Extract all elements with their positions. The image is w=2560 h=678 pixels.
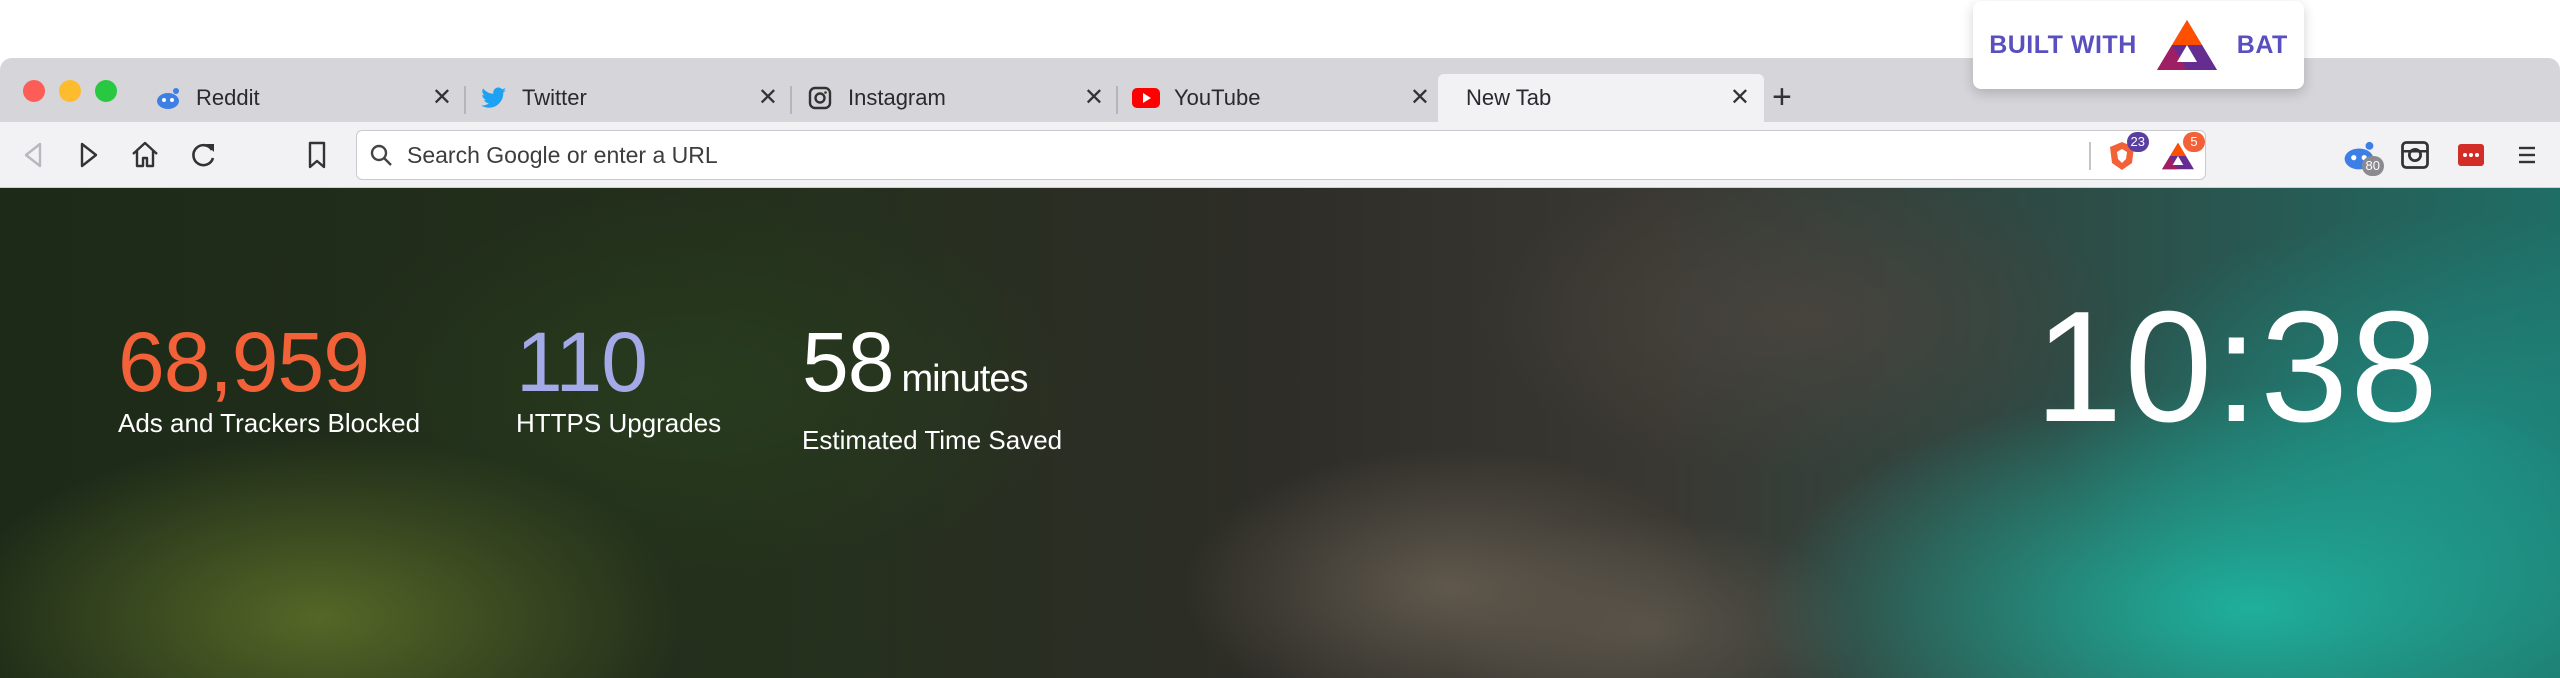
tab-label: Reddit	[196, 85, 260, 110]
tab-label: Twitter	[522, 85, 587, 110]
https-upgrades-label: HTTPS Upgrades	[516, 408, 722, 438]
tab-twitter[interactable]: Twitter ✕	[466, 74, 792, 122]
built-with-bat-badge: BUILT WITH BAT	[1973, 1, 2304, 89]
menu-icon[interactable]	[2512, 140, 2542, 170]
tab-reddit[interactable]: Reddit ✕	[140, 74, 466, 122]
brave-shields-icon[interactable]: 23	[2105, 132, 2149, 173]
tab-youtube[interactable]: YouTube ✕	[1118, 74, 1444, 122]
minimize-window-button[interactable]	[59, 80, 81, 102]
url-input[interactable]	[407, 139, 2007, 171]
tab-label: New Tab	[1466, 85, 1552, 110]
reddit-extension-icon[interactable]: 80	[2342, 138, 2384, 176]
time-saved-label: Estimated Time Saved	[802, 425, 1063, 455]
ads-blocked-value: 68,959	[118, 315, 370, 409]
new-tab-button[interactable]: +	[1772, 80, 1792, 114]
forward-icon[interactable]	[74, 140, 104, 170]
youtube-icon	[1132, 84, 1160, 112]
reddit-extension-count-badge: 80	[2361, 156, 2384, 176]
badge-text-left: BUILT WITH	[1989, 30, 2137, 59]
time-saved-value: 58	[802, 315, 894, 409]
back-icon[interactable]	[18, 140, 48, 170]
bat-rewards-count-badge: 5	[2183, 132, 2205, 152]
time-saved-stat: 58 minutes Estimated Time Saved	[802, 320, 1062, 456]
reddit-icon	[154, 84, 182, 112]
tab-label: Instagram	[848, 85, 946, 110]
navigation-toolbar: 23 5 80	[0, 122, 2560, 188]
close-tab-icon[interactable]: ✕	[432, 86, 452, 110]
instagram-extension-icon[interactable]	[2400, 140, 2430, 170]
browser-window: Reddit ✕ Twitter ✕ Instagram ✕ YouTube ✕…	[0, 58, 2560, 678]
maximize-window-button[interactable]	[95, 80, 117, 102]
brave-shields-count-badge: 23	[2126, 132, 2149, 152]
url-bar[interactable]: 23 5	[356, 130, 2206, 180]
bat-rewards-icon[interactable]: 5	[2161, 132, 2205, 173]
close-tab-icon[interactable]: ✕	[1410, 86, 1430, 110]
close-tab-icon[interactable]: ✕	[1730, 86, 1750, 110]
bookmark-icon[interactable]	[302, 140, 332, 170]
lastpass-extension-icon[interactable]	[2456, 140, 2486, 170]
home-icon[interactable]	[130, 140, 160, 170]
reload-icon[interactable]	[188, 140, 218, 170]
tab-label: YouTube	[1174, 85, 1261, 110]
bat-logo-icon	[2156, 20, 2217, 70]
instagram-icon	[806, 84, 834, 112]
ads-blocked-label: Ads and Trackers Blocked	[118, 408, 421, 438]
clock: 10:38	[2034, 279, 2440, 455]
close-tab-icon[interactable]: ✕	[1084, 86, 1104, 110]
search-icon	[370, 144, 392, 166]
new-tab-page: 68,959 Ads and Trackers Blocked 110 HTTP…	[0, 188, 2560, 678]
ads-blocked-stat: 68,959 Ads and Trackers Blocked	[118, 320, 420, 439]
https-upgrades-stat: 110 HTTPS Upgrades	[516, 320, 721, 439]
close-tab-icon[interactable]: ✕	[758, 86, 778, 110]
close-window-button[interactable]	[23, 80, 45, 102]
badge-text-right: BAT	[2236, 30, 2288, 59]
https-upgrades-value: 110	[516, 315, 648, 409]
tab-instagram[interactable]: Instagram ✕	[792, 74, 1118, 122]
time-saved-unit: minutes	[901, 358, 1028, 400]
twitter-icon	[480, 84, 508, 112]
tab-new-tab[interactable]: New Tab ✕	[1438, 74, 1764, 122]
